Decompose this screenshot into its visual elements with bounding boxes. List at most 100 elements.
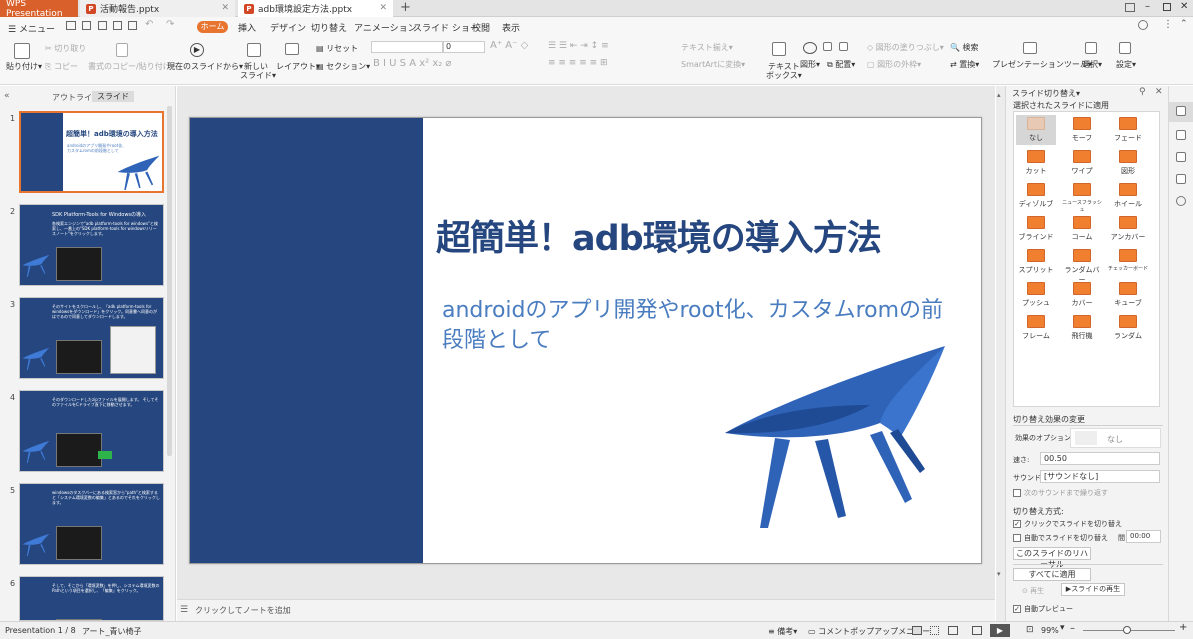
- slide-canvas[interactable]: 超簡単！adb環境の導入方法 androidのアプリ開発やroot化、カスタムr…: [189, 117, 982, 564]
- cut-button[interactable]: ✂ 切り取り: [45, 43, 86, 54]
- slide-thumbnail[interactable]: SDK Platform-Tools for Windowsの導入 各検索エンジン…: [19, 204, 164, 286]
- transition-option[interactable]: フェード: [1108, 115, 1148, 145]
- close-icon[interactable]: ✕: [221, 3, 229, 13]
- image-icon[interactable]: [823, 42, 832, 51]
- shape-outline-button[interactable]: ▢ 図形の外枠▾: [867, 59, 921, 70]
- interval-input[interactable]: 00:00: [1126, 530, 1161, 543]
- transition-option[interactable]: ニュースフラッシュ: [1062, 181, 1102, 213]
- new-tab-button[interactable]: +: [400, 0, 411, 15]
- transition-option[interactable]: カバー: [1062, 280, 1102, 310]
- presentation-tools-icon[interactable]: [1023, 42, 1037, 54]
- font-family-select[interactable]: [371, 41, 443, 53]
- list-icons[interactable]: ☰ ☰ ⇤ ⇥ ↕ ≡: [548, 41, 609, 51]
- transition-option[interactable]: フレーム: [1016, 313, 1056, 343]
- transition-option[interactable]: アンカバー: [1108, 214, 1148, 244]
- transition-option[interactable]: ホイール: [1108, 181, 1148, 211]
- print-icon[interactable]: [113, 21, 122, 30]
- preview-icon[interactable]: [128, 21, 137, 30]
- transition-option[interactable]: ランダムバー: [1062, 247, 1102, 284]
- align-icons[interactable]: ≡ ≡ ≡ ≡ ≡ ⊞: [548, 58, 608, 68]
- presentation-tools-button[interactable]: プレゼンテーションツール▾: [992, 59, 1092, 70]
- slide-title[interactable]: 超簡単！adb環境の導入方法: [436, 210, 882, 261]
- settings-button[interactable]: 設定▾: [1116, 59, 1136, 70]
- apply-all-button[interactable]: すべてに適用: [1013, 568, 1091, 581]
- collapse-ribbon-icon[interactable]: ⌃: [1180, 19, 1188, 29]
- account-icon[interactable]: [1125, 3, 1135, 12]
- sorter-view-icon[interactable]: [930, 626, 939, 635]
- notes-pane[interactable]: ☰ クリックしてノートを追加: [177, 599, 995, 621]
- transition-option[interactable]: カット: [1016, 148, 1056, 178]
- notes-toggle[interactable]: ≡ 備考▾: [768, 626, 797, 637]
- undo-icon[interactable]: ↶: [145, 19, 153, 30]
- on-click-checkbox[interactable]: ✓ クリックでスライドを切り替え: [1013, 519, 1122, 529]
- zoom-out-icon[interactable]: –: [1070, 623, 1075, 634]
- zoom-dropdown-icon[interactable]: ▾: [1060, 623, 1065, 633]
- play-icon[interactable]: ▶: [190, 43, 204, 57]
- blue-chair-image[interactable]: [720, 343, 950, 533]
- notes-placeholder[interactable]: クリックしてノートを追加: [195, 605, 291, 616]
- play-slide-button[interactable]: ▶スライドの再生: [1061, 583, 1125, 596]
- slide-thumbnail[interactable]: windowsのタスクバーにある検索窓から"path"と検索すると「システム環境…: [19, 483, 164, 565]
- new-slide-label-2[interactable]: スライド▾: [240, 70, 276, 81]
- scroll-down-icon[interactable]: ▾: [997, 570, 1001, 578]
- tab-file-adb[interactable]: Padb環境設定方法.pptx ✕: [238, 0, 393, 17]
- settings-icon[interactable]: [1138, 20, 1148, 30]
- maximize-icon[interactable]: [1163, 3, 1171, 11]
- menu-button[interactable]: ☰ メニュー: [8, 22, 55, 35]
- transition-option[interactable]: ランダム: [1108, 313, 1148, 343]
- tab-slideshow[interactable]: スライド ショー: [413, 21, 479, 34]
- format-painter-button[interactable]: 書式のコピー/貼り付け: [88, 61, 171, 72]
- slideshow-play-button[interactable]: ▶: [990, 624, 1010, 637]
- transition-option[interactable]: 図形: [1108, 148, 1148, 178]
- property-tool-icon[interactable]: [1176, 174, 1186, 184]
- reset-button[interactable]: ▤ リセット: [316, 43, 358, 54]
- smartart-button[interactable]: SmartArtに変換▾: [681, 59, 745, 70]
- font-size-select[interactable]: 0: [443, 41, 485, 53]
- presenter-icon[interactable]: [972, 626, 982, 635]
- tab-review[interactable]: 校閲: [472, 21, 490, 34]
- tab-transitions[interactable]: 切り替え: [311, 21, 347, 34]
- tab-design[interactable]: デザイン: [270, 21, 306, 34]
- text-align-button[interactable]: テキスト揃え▾: [681, 42, 733, 53]
- zoom-level[interactable]: 99%: [1041, 626, 1059, 635]
- transition-option[interactable]: コーム: [1062, 214, 1102, 244]
- picture-icon[interactable]: [839, 42, 848, 51]
- tab-animations[interactable]: アニメーション: [354, 21, 417, 34]
- picture-tool-icon[interactable]: [1176, 152, 1186, 162]
- transition-option[interactable]: モーフ: [1062, 115, 1102, 145]
- replace-button[interactable]: ⇄ 置換▾: [950, 59, 979, 70]
- export-icon[interactable]: [98, 21, 107, 30]
- settings-tool-icon[interactable]: [1119, 42, 1131, 54]
- history-icon[interactable]: [1176, 196, 1186, 206]
- auto-advance-checkbox[interactable]: 自動でスライドを切り替え: [1013, 533, 1108, 543]
- select-button[interactable]: 選択▾: [1082, 59, 1102, 70]
- copy-button[interactable]: ⎘ コピー: [45, 61, 78, 72]
- fit-window-icon[interactable]: ⊡: [1026, 625, 1034, 635]
- select-icon[interactable]: [1085, 42, 1097, 54]
- close-icon[interactable]: ✕: [379, 3, 387, 13]
- scroll-up-icon[interactable]: ▴: [997, 91, 1001, 99]
- effect-option-box[interactable]: なし: [1070, 428, 1161, 448]
- splitter[interactable]: ▴ ▾: [996, 86, 1005, 621]
- pin-icon[interactable]: ⚲: [1139, 87, 1146, 97]
- transition-option[interactable]: キューブ: [1108, 280, 1148, 310]
- replay-button[interactable]: ⊙ 再生: [1022, 586, 1044, 596]
- open-folder-icon[interactable]: [66, 21, 76, 30]
- font-style-icons[interactable]: B I U S A x² x₂ ⌀: [373, 58, 451, 69]
- textbox-icon[interactable]: [772, 42, 786, 56]
- format-painter-icon[interactable]: [116, 43, 128, 57]
- slide-thumbnail[interactable]: そのサイトをスクロールし、「adk platform-tools for win…: [19, 297, 164, 379]
- transition-tool-icon[interactable]: [1176, 106, 1186, 116]
- reading-view-icon[interactable]: [948, 626, 958, 635]
- transition-option[interactable]: プッシュ: [1016, 280, 1056, 310]
- slide-thumbnail[interactable]: そのダウンロードしたzipファイルを展開します。 そしてそのファイルをCドライブ…: [19, 390, 164, 472]
- transition-option[interactable]: チェッカーボード: [1108, 247, 1148, 277]
- loop-sound-checkbox[interactable]: 次のサウンドまで繰り返す: [1013, 488, 1108, 498]
- shape-icon[interactable]: [803, 42, 817, 54]
- layout-icon[interactable]: [285, 43, 299, 55]
- slide-thumbnail[interactable]: 超簡単！adb環境の導入方法 androidのアプリ開発やroot化、カスタムro…: [19, 111, 164, 193]
- animation-tool-icon[interactable]: [1176, 130, 1186, 140]
- rehearse-button[interactable]: このスライドのリハーサル: [1013, 547, 1091, 569]
- tab-home[interactable]: ホーム: [197, 21, 228, 33]
- close-window-icon[interactable]: ✕: [1180, 1, 1188, 12]
